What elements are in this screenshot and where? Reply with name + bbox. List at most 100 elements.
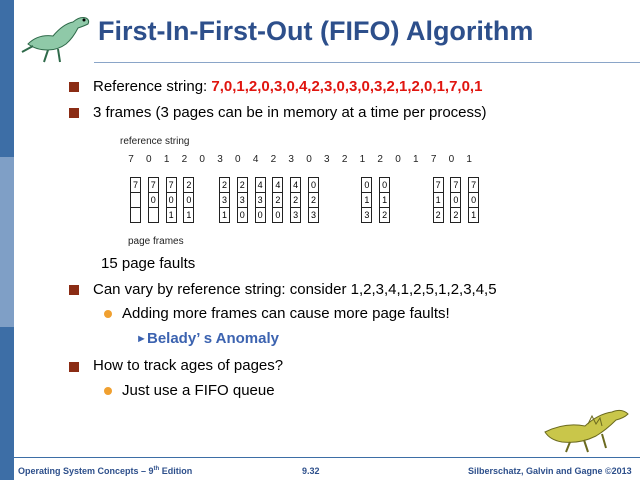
footer-page-number: 9.32 [302, 466, 320, 476]
bullet-square-icon [69, 285, 79, 295]
frames-line: 3 frames (3 pages can be in memory at a … [93, 104, 487, 121]
adding-frames-line: Adding more frames can cause more page f… [122, 305, 450, 322]
reference-number: 2 [341, 154, 348, 165]
arrow-bullet-icon: ► [136, 333, 147, 345]
bullet-dot-icon [104, 387, 112, 395]
frame-cell: 3 [254, 192, 266, 208]
reference-number: 1 [163, 154, 170, 165]
frame-cell: 1 [165, 207, 177, 223]
reference-number: 2 [270, 154, 277, 165]
reference-number: 0 [395, 154, 401, 165]
frame-cell: 0 [361, 177, 373, 193]
frame-cell [130, 192, 141, 208]
frame-column: 701 [468, 177, 480, 223]
frame-column: 420 [272, 177, 284, 223]
frame-column: 013 [361, 177, 373, 223]
frame-cell: 0 [254, 207, 266, 223]
frame-column: 430 [254, 177, 266, 223]
frame-cell: 0 [308, 177, 319, 193]
reference-number: 3 [324, 154, 330, 165]
belady-anomaly-text: Belady’ s Anomaly [147, 330, 279, 347]
frame-column: 712 [432, 177, 444, 223]
frame-cell: 7 [468, 177, 480, 193]
reference-number: 2 [181, 154, 188, 165]
frame-column: 201 [183, 177, 195, 223]
reference-number: 3 [217, 154, 223, 165]
footer-course-prefix: Operating System Concepts – 9 [18, 466, 154, 476]
frame-cell: 1 [432, 192, 444, 208]
fifo-queue-line: Just use a FIFO queue [122, 382, 275, 399]
frame-cell: 2 [379, 207, 391, 223]
frame-cell: 1 [219, 207, 230, 223]
frame-cell: 2 [272, 192, 284, 208]
dinosaur-logo-bottom-icon [544, 409, 629, 453]
frame-cell: 2 [183, 177, 195, 193]
frame-column: 423 [290, 177, 302, 223]
reference-number: 1 [466, 154, 472, 165]
frame-cell [130, 207, 141, 223]
reference-number: 2 [377, 154, 383, 165]
frame-cell: 3 [219, 192, 230, 208]
reference-number: 0 [448, 154, 455, 165]
frame-cell: 0 [165, 192, 177, 208]
frame-column: 70 [147, 177, 159, 223]
frame-column: 023 [308, 177, 319, 223]
frame-cell: 7 [450, 177, 462, 193]
reference-number: 3 [288, 154, 294, 165]
frame-cell: 4 [272, 177, 284, 193]
frame-column: 012 [379, 177, 391, 223]
page-frames-label: page frames [128, 236, 184, 247]
reference-string-values: 7,0,1,2,0,3,0,4,2,3,0,3,0,3,2,1,2,0,1,7,… [211, 78, 483, 95]
vary-line: Can vary by reference string: consider 1… [93, 281, 497, 298]
frame-cell: 0 [147, 192, 159, 208]
bullet-dot-icon [104, 310, 112, 318]
left-sidebar-bar [0, 0, 14, 480]
footer-course-title: Operating System Concepts – 9th Edition [18, 466, 192, 476]
reference-number: 0 [235, 154, 241, 165]
frame-cell: 0 [450, 192, 462, 208]
reference-string-line: Reference string: 7,0,1,2,0,3,0,4,2,3,0,… [93, 78, 482, 95]
frame-cell: 1 [379, 192, 391, 208]
frame-cell: 7 [165, 177, 177, 193]
frame-cell: 7 [432, 177, 444, 193]
page-faults-text: 15 page faults [101, 255, 196, 272]
frame-cell: 2 [219, 177, 230, 193]
sidebar-accent [0, 157, 14, 327]
bullet-square-icon [69, 362, 79, 372]
frame-cell: 3 [236, 192, 248, 208]
bullet-square-icon [69, 108, 79, 118]
frame-cell: 4 [254, 177, 266, 193]
frame-column: 230 [236, 177, 248, 223]
track-ages-line: How to track ages of pages? [93, 357, 284, 374]
frame-cell: 2 [236, 177, 248, 193]
frame-cell: 0 [236, 207, 248, 223]
frame-cell: 0 [272, 207, 284, 223]
frame-cell: 0 [183, 192, 195, 208]
reference-string-prefix: Reference string: [93, 78, 212, 95]
reference-number: 0 [306, 154, 312, 165]
footer-copyright: Silberschatz, Galvin and Gagne ©2013 [468, 466, 632, 476]
frame-cell: 2 [432, 207, 444, 223]
frame-cell: 3 [290, 207, 302, 223]
title-divider [94, 62, 640, 63]
frame-cell: 1 [183, 207, 195, 223]
frame-cell: 7 [130, 177, 141, 193]
frame-cell: 7 [147, 177, 159, 193]
footer-course-suffix: Edition [159, 466, 193, 476]
reference-string-label: reference string [120, 136, 190, 147]
frame-column: 701 [165, 177, 177, 223]
slide-title: First-In-First-Out (FIFO) Algorithm [98, 16, 534, 46]
frame-cell: 2 [308, 192, 319, 208]
frame-cell: 0 [379, 177, 391, 193]
footer-divider [14, 457, 640, 458]
frame-column: 231 [219, 177, 230, 223]
reference-number: 0 [199, 154, 205, 165]
frame-cell: 0 [468, 192, 480, 208]
frame-cell: 2 [290, 192, 302, 208]
frame-cell: 1 [468, 207, 480, 223]
reference-number: 0 [146, 154, 152, 165]
bullet-square-icon [69, 82, 79, 92]
reference-number: 7 [430, 154, 437, 165]
frame-cell: 3 [308, 207, 319, 223]
frame-cell: 1 [361, 192, 373, 208]
